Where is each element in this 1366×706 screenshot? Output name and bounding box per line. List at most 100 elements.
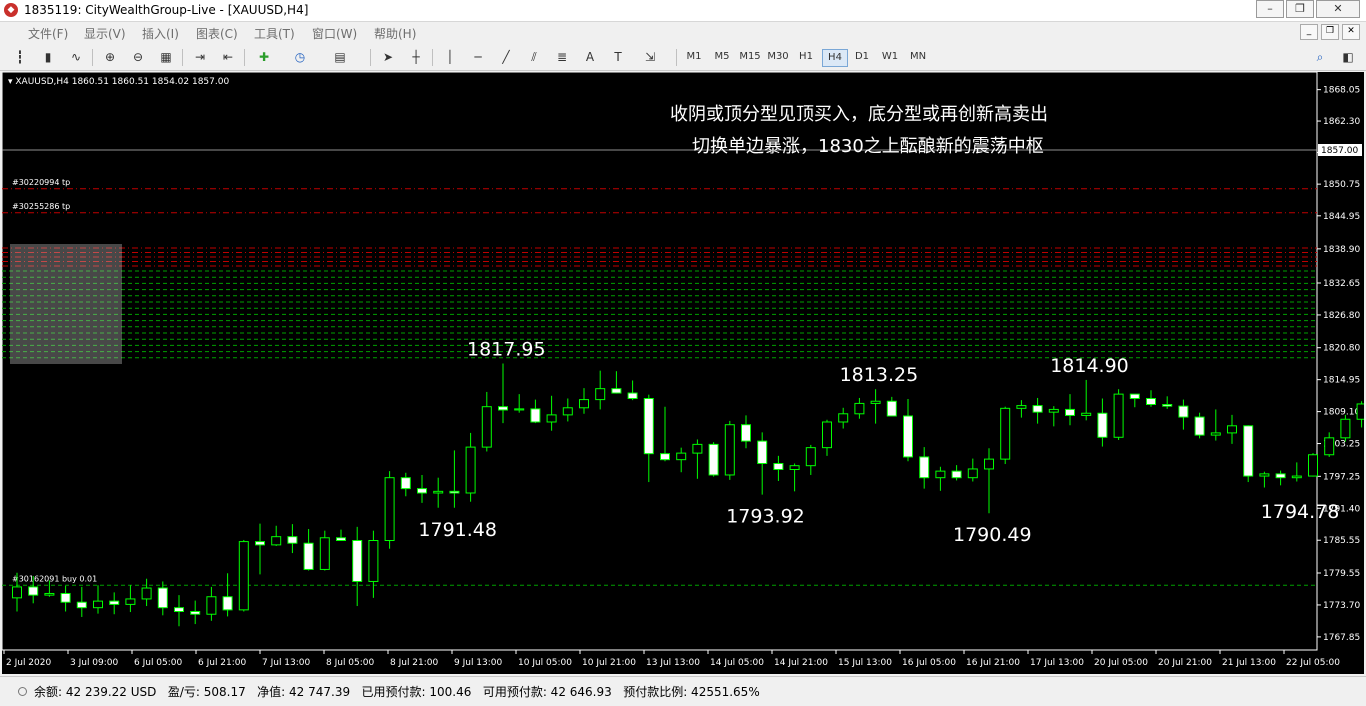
bull-candle xyxy=(805,447,816,467)
child-minimize-button[interactable]: _ xyxy=(1300,24,1318,40)
text-label-icon[interactable]: T xyxy=(608,48,628,66)
auto-scroll-icon[interactable]: ⇥ xyxy=(190,48,210,66)
tp-order-label: #30255286 tp xyxy=(12,202,70,211)
price-axis-label: 1779.55 xyxy=(1323,569,1360,579)
bull-candle xyxy=(271,536,282,546)
menu-help[interactable]: 帮助(H) xyxy=(374,25,416,42)
price-axis-label: 1809.10 xyxy=(1323,408,1360,418)
bear-candle xyxy=(76,601,87,609)
bull-candle xyxy=(1340,418,1351,439)
chart-shift-icon[interactable]: ⇤ xyxy=(218,48,238,66)
commentary-line-1: 收阴或顶分型见顶买入，底分型或再创新高卖出 xyxy=(670,104,1048,125)
menu-chart[interactable]: 图表(C) xyxy=(196,25,238,42)
maximize-button[interactable]: ❐ xyxy=(1286,0,1314,18)
menu-insert[interactable]: 插入(I) xyxy=(142,25,179,42)
price-annotation: 1790.49 xyxy=(953,524,1032,546)
bear-candle xyxy=(530,408,541,423)
price-annotation: 1814.90 xyxy=(1050,355,1129,377)
timeframe-h1-button[interactable]: H1 xyxy=(794,49,818,65)
bull-candle xyxy=(1227,425,1237,434)
templates-icon[interactable]: ▤ xyxy=(330,48,350,66)
bear-candle xyxy=(1146,398,1156,406)
vertical-line-icon[interactable]: │ xyxy=(440,48,460,66)
horizontal-line-icon[interactable]: ─ xyxy=(468,48,488,66)
bear-candle xyxy=(1065,408,1075,416)
cursor-icon[interactable]: ➤ xyxy=(378,48,398,66)
fibonacci-icon[interactable]: ≣ xyxy=(552,48,572,66)
timeframe-m1-button[interactable]: M1 xyxy=(682,49,706,65)
bull-candle xyxy=(433,490,444,494)
bull-candle xyxy=(935,470,946,479)
search-icon[interactable]: ⌕ xyxy=(1310,48,1330,66)
bear-candle xyxy=(951,470,962,479)
time-axis-label: 8 Jul 05:00 xyxy=(326,658,375,668)
channel-icon[interactable]: ⫽ xyxy=(524,48,544,66)
time-axis-label: 14 Jul 21:00 xyxy=(774,658,828,668)
bear-candle xyxy=(28,586,39,596)
tile-windows-icon[interactable]: ▦ xyxy=(156,48,176,66)
price-axis-label: 1844.95 xyxy=(1323,212,1360,222)
bull-candle xyxy=(514,408,525,411)
toolbar: ┇ ▮ ∿ ⊕ ⊖ ▦ ⇥ ⇤ ✚ ◷ ▤ ➤ ┼ │ ─ ╱ ⫽ ≣ A T … xyxy=(0,44,1366,71)
timeframe-m30-button[interactable]: M30 xyxy=(766,49,790,65)
bull-candle xyxy=(789,465,800,470)
bull-candle xyxy=(1356,403,1364,420)
minimize-button[interactable]: – xyxy=(1256,0,1284,18)
bear-candle xyxy=(222,596,233,611)
crosshair-icon[interactable]: ┼ xyxy=(406,48,426,66)
text-icon[interactable]: A xyxy=(580,48,600,66)
bull-candle xyxy=(384,477,395,542)
bull-candle xyxy=(854,402,865,415)
bear-candle xyxy=(303,542,314,570)
timeframe-m5-button[interactable]: M5 xyxy=(710,49,734,65)
menu-window[interactable]: 窗口(W) xyxy=(312,25,357,42)
zoom-in-icon[interactable]: ⊕ xyxy=(100,48,120,66)
community-icon[interactable]: ◧ xyxy=(1338,48,1358,66)
chart-area[interactable]: ▾ XAUUSD,H4 1860.51 1860.51 1854.02 1857… xyxy=(2,72,1364,674)
bear-candle xyxy=(757,440,768,464)
price-axis-label: 1820.80 xyxy=(1323,344,1360,354)
menu-file[interactable]: 文件(F) xyxy=(28,25,68,42)
timeframe-w1-button[interactable]: W1 xyxy=(878,49,902,65)
bar-chart-icon[interactable]: ┇ xyxy=(10,48,30,66)
bear-candle xyxy=(60,592,71,603)
trendline-icon[interactable]: ╱ xyxy=(496,48,516,66)
bull-candle xyxy=(141,587,152,600)
bull-candle xyxy=(984,458,994,470)
line-chart-icon[interactable]: ∿ xyxy=(66,48,86,66)
price-chart[interactable]: ▾ XAUUSD,H4 1860.51 1860.51 1854.02 1857… xyxy=(2,72,1364,674)
zoom-out-icon[interactable]: ⊖ xyxy=(128,48,148,66)
child-close-button[interactable]: ✕ xyxy=(1342,24,1360,40)
bear-candle xyxy=(1097,412,1108,438)
bear-candle xyxy=(1162,404,1173,407)
menu-view[interactable]: 显示(V) xyxy=(84,25,126,42)
price-annotation: 1813.25 xyxy=(840,364,919,386)
bull-candle xyxy=(368,540,379,582)
tp-order-label: #30220994 tp xyxy=(12,178,70,187)
candlestick-icon[interactable]: ▮ xyxy=(38,48,58,66)
indicators-icon[interactable]: ✚ xyxy=(254,48,274,66)
close-button[interactable]: ✕ xyxy=(1316,0,1360,18)
menu-bar: 文件(F) 显示(V) 插入(I) 图表(C) 工具(T) 窗口(W) 帮助(H… xyxy=(0,22,1366,42)
timeframe-mn-button[interactable]: MN xyxy=(906,49,930,65)
time-axis-label: 2 Jul 2020 xyxy=(6,658,51,668)
bull-candle xyxy=(579,399,589,409)
bull-candle xyxy=(12,586,22,599)
time-axis-label: 21 Jul 13:00 xyxy=(1222,658,1276,668)
periods-clock-icon[interactable]: ◷ xyxy=(290,48,310,66)
timeframe-d1-button[interactable]: D1 xyxy=(850,49,874,65)
stacked-order-labels xyxy=(10,244,122,364)
time-axis-label: 8 Jul 21:00 xyxy=(390,658,439,668)
timeframe-m15-button[interactable]: M15 xyxy=(738,49,762,65)
child-restore-button[interactable]: ❐ xyxy=(1321,24,1339,40)
menu-tools[interactable]: 工具(T) xyxy=(254,25,295,42)
bull-candle xyxy=(692,443,703,454)
bear-candle xyxy=(174,607,184,613)
time-axis-label: 3 Jul 09:00 xyxy=(70,658,119,668)
timeframe-h4-button[interactable]: H4 xyxy=(822,49,848,67)
bull-candle xyxy=(1291,475,1302,479)
bull-candle xyxy=(546,414,557,423)
bear-candle xyxy=(741,424,751,442)
time-axis-label: 14 Jul 05:00 xyxy=(710,658,764,668)
arrows-icon[interactable]: ⇲ xyxy=(640,48,660,66)
